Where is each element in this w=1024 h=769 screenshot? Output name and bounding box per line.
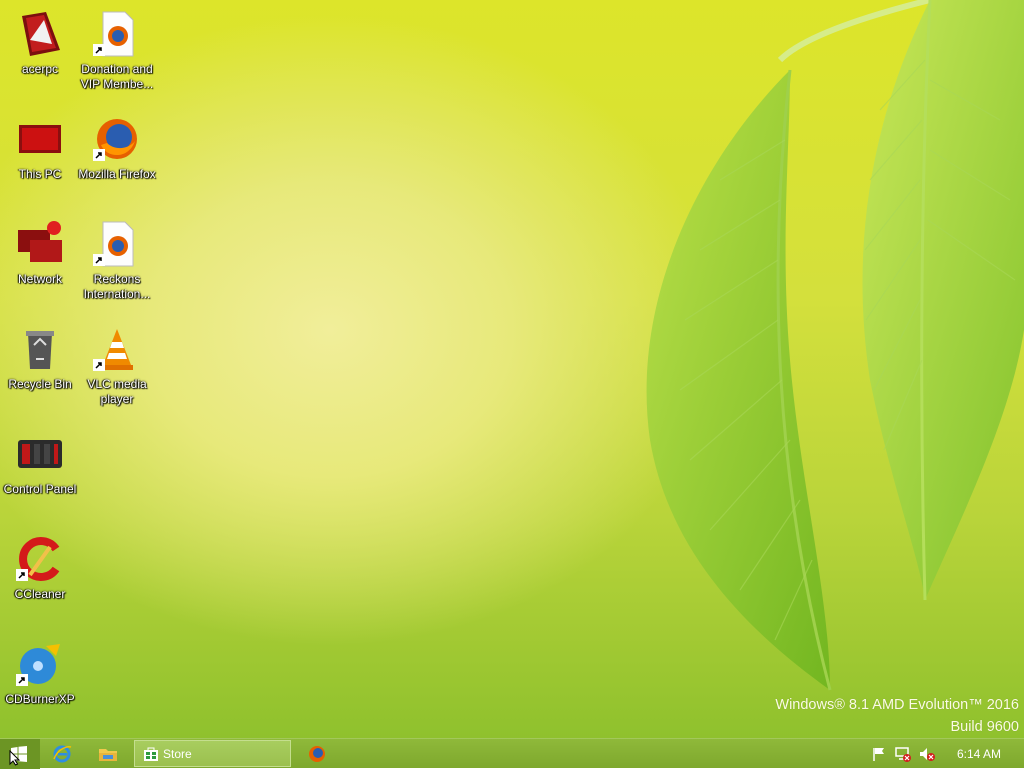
desktop-icon-label: Donation and VIP Membe... — [80, 62, 154, 91]
desktop-icon-label: acerpc — [21, 62, 59, 76]
shortcut-arrow-icon — [93, 149, 105, 161]
shortcut-arrow-icon — [16, 674, 28, 686]
taskbar: Store 6:14 AM — [0, 738, 1024, 769]
desktop-icon-cdburnerxp[interactable]: CDBurnerXP — [0, 634, 80, 734]
desktop-icon-recycle-bin[interactable]: Recycle Bin — [0, 319, 80, 419]
desktop-icon-control-panel[interactable]: Control Panel — [0, 424, 80, 524]
desktop-icon-label: Reckons Internation... — [83, 272, 151, 301]
store-icon — [144, 747, 158, 761]
desktop-icon-firefox[interactable]: Mozilla Firefox — [77, 109, 157, 209]
volume-muted-icon[interactable] — [919, 746, 935, 762]
taskbar-file-explorer-button[interactable] — [88, 739, 128, 769]
taskbar-internet-explorer-button[interactable] — [42, 739, 82, 769]
desktop-icon-label: CCleaner — [14, 587, 66, 601]
desktop-icon-network[interactable]: Network — [0, 214, 80, 314]
flag-icon[interactable] — [871, 746, 887, 762]
desktop-icon-label: Control Panel — [3, 482, 77, 496]
desktop-icon-label: Recycle Bin — [8, 377, 72, 391]
desktop[interactable]: acerpc Donation and VIP Membe... This PC… — [0, 0, 1024, 738]
computer-icon — [19, 125, 61, 153]
desktop-icon-label: Mozilla Firefox — [78, 167, 156, 181]
shortcut-arrow-icon — [93, 359, 105, 371]
desktop-icon-donation[interactable]: Donation and VIP Membe... — [77, 4, 157, 104]
firefox-icon — [309, 746, 325, 762]
watermark-line-edition: Windows® 8.1 AMD Evolution™ 2016 — [775, 697, 1019, 713]
desktop-icon-label: Network — [17, 272, 62, 286]
network-icon — [18, 221, 62, 262]
taskbar-store-button[interactable]: Store — [134, 740, 291, 767]
shortcut-arrow-icon — [16, 569, 28, 581]
desktop-icon-label: CDBurnerXP — [5, 692, 75, 706]
recycle-bin-icon — [26, 331, 54, 369]
desktop-icon-this-pc[interactable]: This PC — [0, 109, 80, 209]
desktop-icon-reckons[interactable]: Reckons Internation... — [77, 214, 157, 314]
shortcut-arrow-icon — [93, 254, 105, 266]
desktop-icon-label: VLC media player — [87, 377, 147, 406]
watermark-line-build: Build 9600 — [950, 719, 1019, 735]
user-folder-icon — [22, 12, 60, 56]
taskbar-firefox-button[interactable] — [297, 739, 337, 769]
desktop-icon-label: This PC — [18, 167, 62, 181]
mouse-cursor-icon — [9, 750, 21, 766]
windows-build-watermark: Windows® 8.1 AMD Evolution™ 2016 Build 9… — [775, 694, 1019, 738]
taskbar-store-label: Store — [163, 747, 192, 761]
network-disconnected-icon[interactable] — [895, 746, 911, 762]
folder-icon — [99, 749, 117, 761]
desktop-icon-ccleaner[interactable]: CCleaner — [0, 529, 80, 629]
taskbar-clock[interactable]: 6:14 AM — [957, 747, 1001, 761]
desktop-icon-acerpc[interactable]: acerpc — [0, 4, 80, 104]
control-panel-icon — [18, 440, 62, 468]
internet-explorer-icon — [53, 745, 72, 763]
start-button[interactable] — [0, 739, 40, 769]
shortcut-arrow-icon — [93, 44, 105, 56]
desktop-icon-vlc[interactable]: VLC media player — [77, 319, 157, 419]
